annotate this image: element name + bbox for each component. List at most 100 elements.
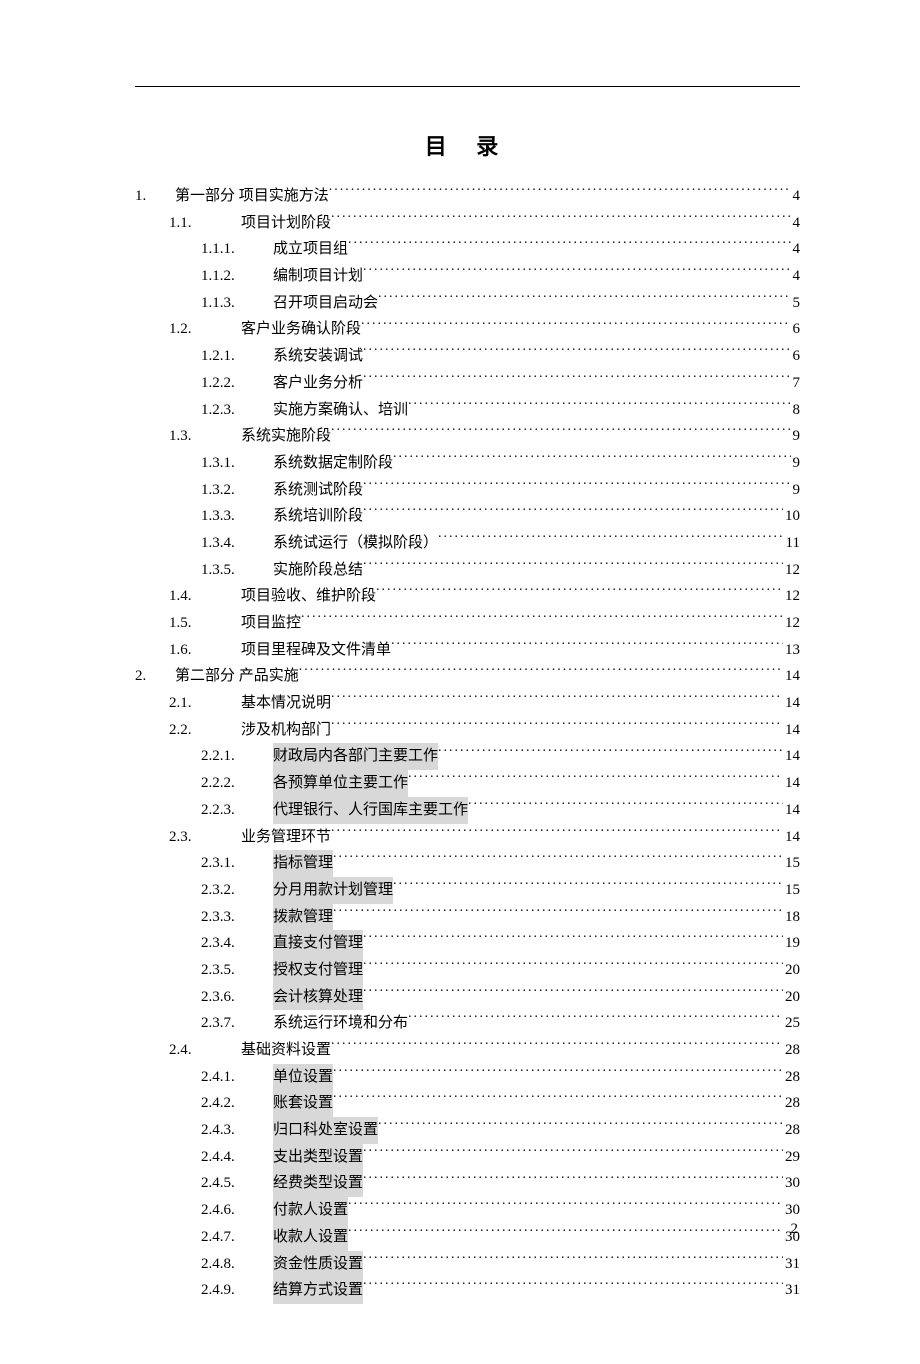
toc-entry[interactable]: 2.2.涉及机构部门14 [135,717,800,744]
toc-entry[interactable]: 2.3.5.授权支付管理20 [135,957,800,984]
toc-entry[interactable]: 2.1.基本情况说明14 [135,690,800,717]
toc-entry[interactable]: 1.5.项目监控12 [135,610,800,637]
toc-entry-number: 1.3.1. [201,450,273,477]
toc-entry[interactable]: 2.3.7.系统运行环境和分布 25 [135,1010,800,1037]
toc-entry[interactable]: 2.4.9.结算方式设置31 [135,1277,800,1304]
toc-entry[interactable]: 2.3.业务管理环节14 [135,824,800,851]
toc-entry[interactable]: 1.2.客户业务确认阶段 6 [135,316,800,343]
toc-leader-dots [376,585,783,600]
toc-entry-number: 1.2.1. [201,343,273,370]
toc-entry-page: 9 [791,423,801,450]
toc-entry[interactable]: 1.第一部分 项目实施方法4 [135,183,800,210]
toc-entry-page: 6 [791,316,801,343]
toc-entry[interactable]: 1.3.5.实施阶段总结12 [135,557,800,584]
toc-entry[interactable]: 1.3.系统实施阶段9 [135,423,800,450]
toc-entry-number: 1.1.2. [201,263,273,290]
toc-entry[interactable]: 2.第二部分 产品实施14 [135,663,800,690]
toc-entry[interactable]: 1.3.2.系统测试阶段9 [135,477,800,504]
toc-entry[interactable]: 2.2.3.代理银行、人行国库主要工作14 [135,797,800,824]
toc-entry-title: 系统安装调试 [273,343,363,370]
toc-entry[interactable]: 1.3.1.系统数据定制阶段9 [135,450,800,477]
toc-entry-page: 15 [783,877,800,904]
toc-entry[interactable]: 2.2.2.各预算单位主要工作14 [135,770,800,797]
toc-entry-page: 18 [783,904,800,931]
toc-leader-dots [333,1066,783,1081]
toc-entry[interactable]: 2.4.7.收款人设置30 [135,1224,800,1251]
toc-entry-number: 2.3. [169,824,241,851]
toc-entry-number: 2.3.2. [201,877,273,904]
toc-entry-title: 客户业务确认阶段 [241,316,361,343]
toc-entry-page: 19 [783,930,800,957]
toc-entry[interactable]: 2.3.3.拨款管理18 [135,904,800,931]
toc-entry[interactable]: 2.4.8.资金性质设置31 [135,1251,800,1278]
toc-leader-dots [363,345,790,360]
toc-entry-page: 12 [783,583,800,610]
toc-leader-dots [331,425,790,440]
toc-entry-page: 28 [783,1064,800,1091]
toc-entry-page: 14 [783,824,800,851]
toc-entry[interactable]: 2.2.1.财政局内各部门主要工作14 [135,743,800,770]
toc-entry-title: 客户业务分析 [273,370,363,397]
toc-entry-number: 2.3.5. [201,957,273,984]
toc-entry-title: 项目监控 [241,610,301,637]
toc-entry-number: 2.2.1. [201,743,273,770]
toc-entry[interactable]: 1.1.项目计划阶段4 [135,210,800,237]
toc-entry-title: 收款人设置 [273,1224,348,1251]
toc-entry-number: 1.3. [169,423,241,450]
page-container: 目 录 1.第一部分 项目实施方法41.1.项目计划阶段41.1.1.成立项目组… [0,0,920,1364]
toc-leader-dots [363,1146,783,1161]
toc-entry-title: 分月用款计划管理 [273,877,393,904]
toc-entry[interactable]: 2.4.3.归口科处室设置28 [135,1117,800,1144]
toc-entry-page: 9 [791,450,801,477]
toc-entry-title: 实施方案确认、培训 [273,397,408,424]
toc-entry[interactable]: 1.1.3.召开项目启动会5 [135,290,800,317]
toc-entry-page: 8 [791,397,801,424]
toc-entry[interactable]: 1.2.2.客户业务分析7 [135,370,800,397]
toc-entry[interactable]: 2.4.5.经费类型设置30 [135,1170,800,1197]
toc-leader-dots [348,238,790,253]
page-number: 2 [791,1221,799,1238]
toc-leader-dots [329,185,791,200]
toc-entry-page: 25 [783,1010,800,1037]
toc-entry[interactable]: 2.4.2.账套设置28 [135,1090,800,1117]
toc-leader-dots [408,1012,783,1027]
toc-leader-dots [333,1092,783,1107]
toc-entry[interactable]: 1.4.项目验收、维护阶段12 [135,583,800,610]
toc-entry[interactable]: 1.3.3.系统培训阶段10 [135,503,800,530]
toc-entry[interactable]: 1.1.2.编制项目计划4 [135,263,800,290]
toc-entry-title: 归口科处室设置 [273,1117,378,1144]
toc-entry[interactable]: 1.1.1.成立项目组4 [135,236,800,263]
toc-entry[interactable]: 2.3.1.指标管理15 [135,850,800,877]
toc-entry-page: 4 [791,210,801,237]
toc-entry-page: 15 [783,850,800,877]
toc-entry[interactable]: 1.6.项目里程碑及文件清单13 [135,637,800,664]
toc-entry[interactable]: 1.2.1.系统安装调试6 [135,343,800,370]
toc-entry-number: 2.3.7. [201,1010,273,1037]
toc-entry[interactable]: 1.3.4.系统试运行（模拟阶段）11 [135,530,800,557]
toc-leader-dots [378,1119,783,1134]
toc-entry-title: 项目里程碑及文件清单 [241,637,391,664]
toc-entry-number: 2.4.7. [201,1224,273,1251]
toc-entry[interactable]: 2.3.2.分月用款计划管理 15 [135,877,800,904]
toc-entry[interactable]: 2.4.6.付款人设置30 [135,1197,800,1224]
toc-entry-number: 1. [135,183,175,210]
toc-entry-title: 系统运行环境和分布 [273,1010,408,1037]
toc-entry-title: 经费类型设置 [273,1170,363,1197]
toc-leader-dots [331,212,790,227]
toc-entry-page: 14 [783,717,800,744]
toc-entry-number: 2.2. [169,717,241,744]
toc-entry-page: 20 [783,984,800,1011]
toc-leader-dots [363,505,783,520]
toc-leader-dots [361,318,790,333]
toc-entry[interactable]: 2.4.4.支出类型设置29 [135,1144,800,1171]
toc-entry[interactable]: 1.2.3.实施方案确认、培训8 [135,397,800,424]
toc-entry-number: 2.2.2. [201,770,273,797]
toc-entry[interactable]: 2.4.1.单位设置28 [135,1064,800,1091]
toc-entry-number: 1.3.3. [201,503,273,530]
toc-entry[interactable]: 2.3.4.直接支付管理19 [135,930,800,957]
toc-entry-number: 2.3.6. [201,984,273,1011]
toc-entry[interactable]: 2.4.基础资料设置28 [135,1037,800,1064]
toc-leader-dots [378,292,790,307]
toc-entry[interactable]: 2.3.6.会计核算处理20 [135,984,800,1011]
toc-entry-number: 1.2. [169,316,241,343]
